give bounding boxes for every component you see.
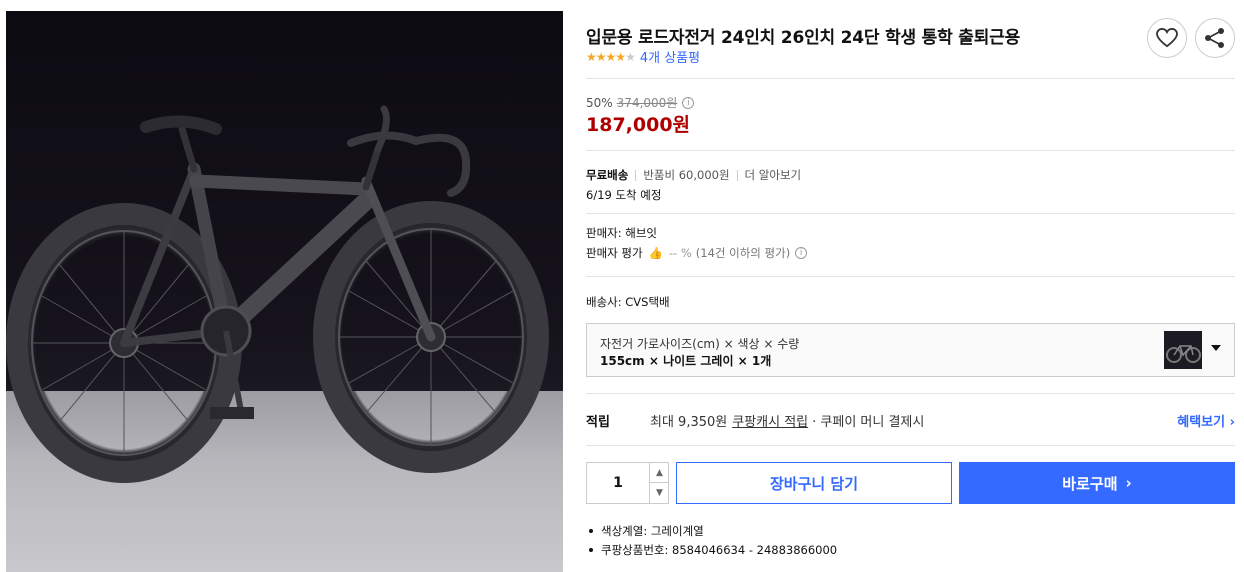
heart-icon (1156, 28, 1178, 48)
product-image[interactable] (6, 11, 563, 572)
bullet-icon (589, 528, 593, 533)
quantity-input[interactable]: 1 (587, 463, 649, 503)
bicycle-illustration (6, 105, 549, 483)
reward-row: 적립 최대 9,350원 쿠팡캐시 적립 · 쿠페이 머니 결제시 혜택보기 › (586, 411, 1235, 430)
reward-suffix: · 쿠페이 머니 결제시 (812, 415, 925, 430)
chevron-down-icon (1211, 345, 1221, 351)
divider (586, 213, 1235, 214)
option-value: 155cm × 나이트 그레이 × 1개 (600, 354, 772, 368)
star-empty-icon: ★ (625, 49, 636, 64)
share-icon (1205, 28, 1224, 48)
chevron-down-icon[interactable]: ▼ (649, 483, 669, 503)
list-item: 쿠팡상품번호: 8584046634 - 24883866000 (586, 540, 837, 559)
arrival-date: 6/19 도착 예정 (586, 188, 662, 202)
seller-rating-value: -- % (668, 246, 692, 260)
learn-more-link[interactable]: 더 알아보기 (745, 167, 802, 183)
rating-row[interactable]: ★★★★★ 4개 상품평 (586, 47, 700, 67)
quantity-stepper[interactable]: 1 ▲ ▼ (586, 462, 669, 504)
divider (586, 276, 1235, 277)
reward-label: 적립 (586, 415, 610, 430)
benefit-link[interactable]: 혜택보기 › (1177, 411, 1235, 430)
product-info-panel: 입문용 로드자전거 24인치 26인치 24단 학생 통학 출퇴근용 ★★★★★… (586, 0, 1235, 572)
buy-now-button[interactable]: 바로구매 › (959, 462, 1235, 504)
seller-name[interactable]: 판매자: 해브잇 (586, 225, 657, 241)
spec-product-number: 쿠팡상품번호: 8584046634 - 24883866000 (601, 542, 838, 557)
separator (736, 169, 738, 181)
coupang-cash-link[interactable]: 쿠팡캐시 적립 (732, 411, 808, 430)
seller-rating-row: 판매자 평가 👍 -- % (14건 이하의 평가) i (586, 245, 808, 261)
star-icon: ★ (615, 49, 626, 64)
star-icon: ★ (586, 49, 597, 64)
shipping-row: 무료배송 반품비 60,000원 더 알아보기 (586, 167, 801, 183)
bullet-icon (589, 547, 593, 552)
chevron-up-icon[interactable]: ▲ (649, 463, 669, 483)
rating-stars: ★★★★★ (586, 49, 636, 64)
divider (586, 150, 1235, 151)
option-label: 자전거 가로사이즈(cm) × 색상 × 수량 (600, 337, 800, 351)
seller-rating-label: 판매자 평가 (586, 246, 643, 260)
bicycle-thumb-icon (1166, 345, 1201, 363)
spec-list: 색상계열: 그레이계열 쿠팡상품번호: 8584046634 - 2488386… (586, 521, 837, 559)
divider (586, 393, 1235, 394)
separator (635, 169, 637, 181)
star-icon: ★ (595, 49, 607, 64)
wishlist-button[interactable] (1147, 18, 1187, 58)
add-to-cart-button[interactable]: 장바구니 담기 (676, 462, 952, 504)
seller-rating-note: (14건 이하의 평가) (695, 246, 791, 260)
thumbs-up-icon: 👍 (648, 246, 663, 260)
reward-prefix: 최대 9,350원 (650, 415, 728, 430)
carrier: 배송사: CVS택배 (586, 295, 670, 309)
chevron-right-icon: › (1125, 474, 1132, 492)
buy-now-label: 바로구매 (1062, 474, 1118, 493)
info-icon[interactable]: i (682, 96, 695, 109)
spec-color: 색상계열: 그레이계열 (601, 523, 704, 538)
list-item: 색상계열: 그레이계열 (586, 521, 837, 540)
original-price: 374,000원 (616, 96, 678, 110)
star-icon: ★ (605, 49, 617, 64)
product-title: 입문용 로드자전거 24인치 26인치 24단 학생 통학 출퇴근용 (586, 28, 1021, 48)
discount-row: 50% 374,000원 i (586, 94, 695, 111)
sale-price: 187,000원 (586, 114, 691, 136)
discount-rate: 50% (586, 95, 613, 110)
option-thumbnail (1164, 331, 1202, 369)
divider (586, 78, 1235, 79)
info-icon[interactable]: i (795, 247, 808, 259)
divider (586, 445, 1235, 446)
review-count-link[interactable]: 4개 상품평 (640, 47, 700, 66)
share-button[interactable] (1195, 18, 1235, 58)
option-selector[interactable]: 자전거 가로사이즈(cm) × 색상 × 수량 155cm × 나이트 그레이 … (586, 323, 1235, 377)
return-fee: 반품비 60,000원 (643, 168, 730, 182)
free-shipping-label: 무료배송 (586, 168, 629, 182)
